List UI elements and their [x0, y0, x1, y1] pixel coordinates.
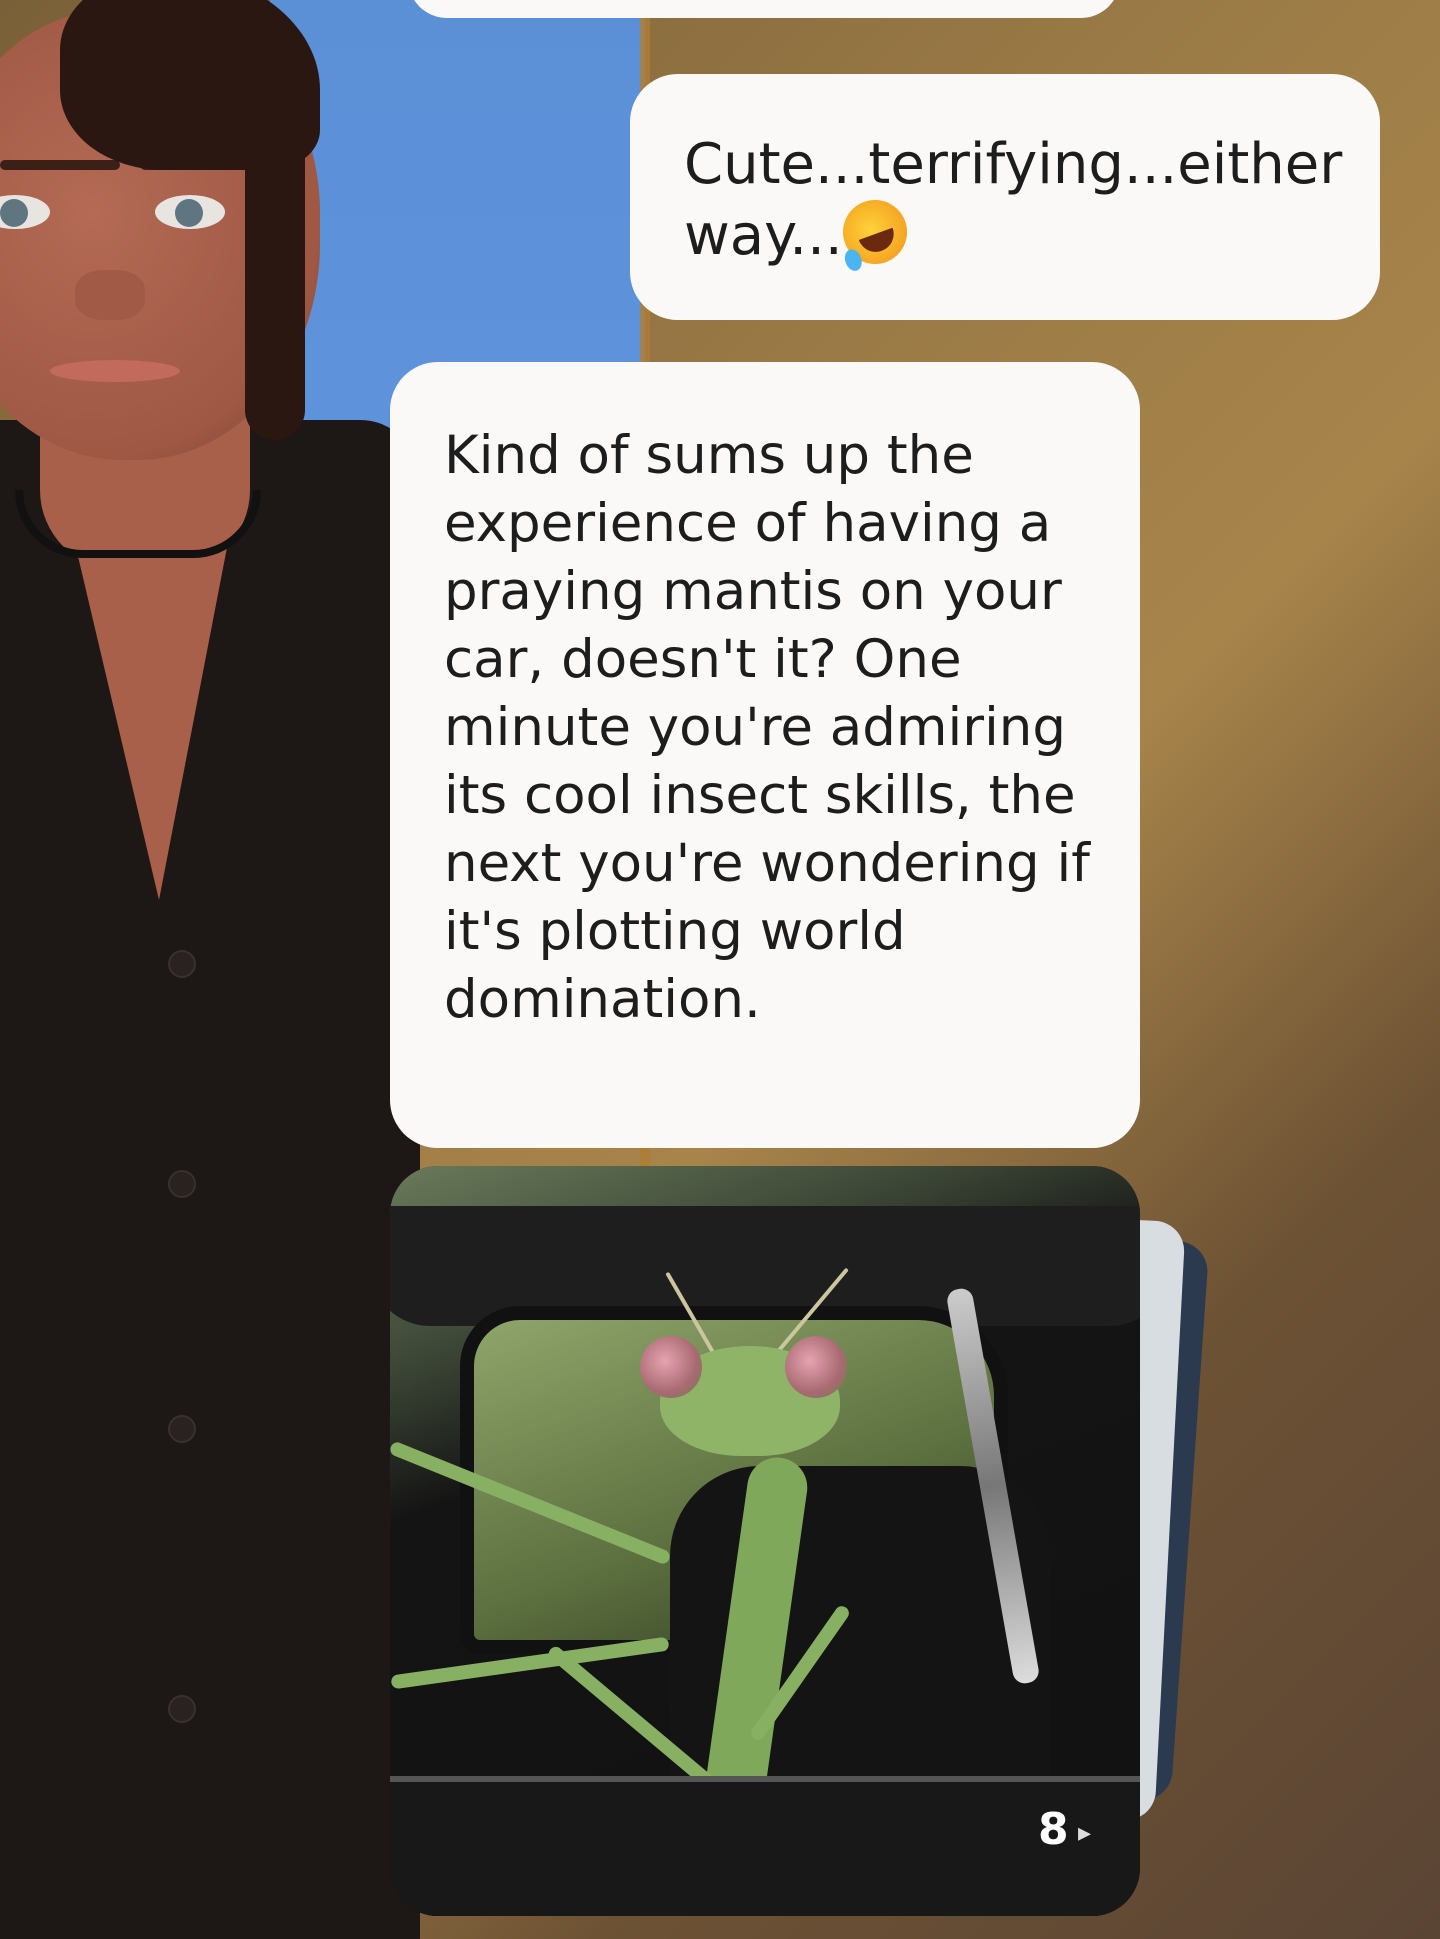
avatar-character: [0, 0, 420, 1939]
shirt-button: [168, 1415, 196, 1443]
user-message-text: Cute...terrifying...either way...: [684, 132, 1361, 268]
mantis-eye: [640, 1336, 702, 1398]
avatar-eye-right: [155, 195, 225, 229]
shirt-button: [168, 950, 196, 978]
avatar-choker: [15, 490, 261, 558]
stack-icon: ▸: [1078, 1818, 1092, 1848]
previous-message-bubble: [408, 0, 1120, 18]
assistant-message-text: Kind of sums up the experience of having…: [444, 425, 1107, 1030]
car-door: [390, 1776, 1140, 1916]
shirt-button: [168, 1170, 196, 1198]
avatar-shirt: [0, 420, 420, 1939]
shirt-button: [168, 1695, 196, 1723]
rolling-on-floor-laughing-icon: [833, 190, 916, 274]
assistant-message-bubble: Kind of sums up the experience of having…: [390, 362, 1140, 1148]
avatar-brow-left: [0, 160, 120, 170]
image-count-label: 8: [1038, 1804, 1069, 1855]
avatar-mouth: [50, 360, 180, 382]
avatar-nose: [75, 270, 145, 320]
avatar-eye-left: [0, 195, 50, 229]
generated-image-card[interactable]: 8 ▸: [390, 1166, 1140, 1916]
avatar-hair-side: [245, 120, 305, 440]
user-message-bubble: Cute...terrifying...either way...: [630, 74, 1380, 320]
mantis-eye: [785, 1336, 847, 1398]
